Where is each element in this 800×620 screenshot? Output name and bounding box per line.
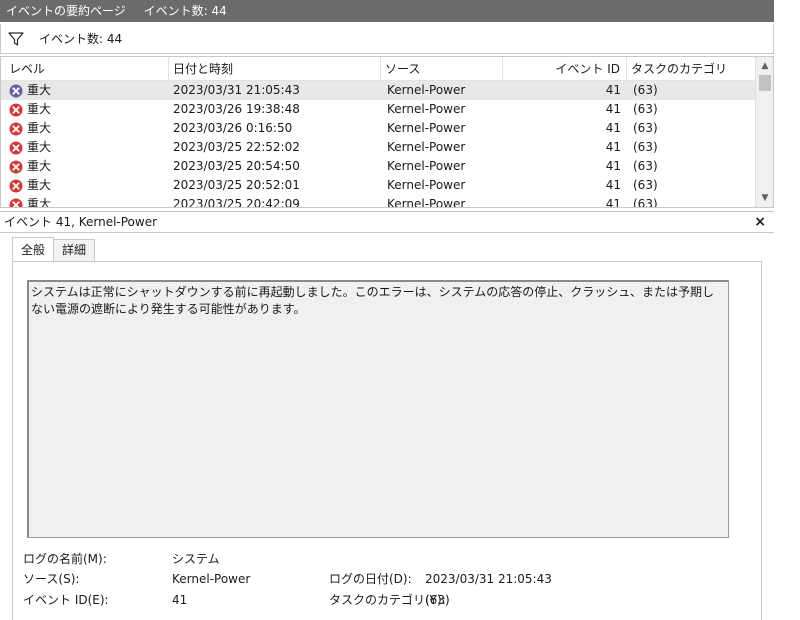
scroll-down-icon[interactable]: ▼ (756, 191, 773, 205)
table-row[interactable]: 重大 2023/03/25 22:52:02 Kernel-Power 41 (63) (1, 138, 755, 157)
event-message[interactable]: システムは正常にシャットダウンする前に再起動しました。このエラーは、システムの応… (27, 280, 729, 538)
close-icon[interactable]: × (754, 212, 766, 232)
level-text: 重大 (27, 83, 52, 97)
column-event-id[interactable]: イベント ID (503, 57, 627, 81)
date-cell: 2023/03/25 20:42:09 (173, 197, 300, 208)
table-row[interactable]: 重大 2023/03/26 19:38:48 Kernel-Power 41 (63) (1, 100, 755, 119)
level-text: 重大 (27, 178, 52, 192)
scroll-thumb[interactable] (759, 75, 771, 91)
error-icon (9, 84, 23, 97)
source-cell: Kernel-Power (387, 140, 466, 154)
event-id-cell: 41 (605, 197, 621, 208)
event-count: イベント数: 44 (39, 32, 123, 46)
task-category-value: (63) (425, 593, 450, 607)
source-label: ソース(S): (23, 572, 80, 586)
error-icon (9, 122, 23, 135)
task-category-cell: (63) (633, 121, 658, 135)
source-cell: Kernel-Power (387, 121, 466, 135)
error-icon (9, 160, 23, 173)
level-cell: 重大 (9, 138, 51, 157)
level-text: 重大 (27, 102, 52, 116)
date-cell: 2023/03/26 19:38:48 (173, 102, 300, 116)
source-cell: Kernel-Power (387, 83, 466, 97)
task-category-cell: (63) (633, 178, 658, 192)
tab-general[interactable]: 全般 (12, 237, 55, 261)
event-id-value: 41 (172, 593, 188, 607)
event-list: レベル 日付と時刻 ソース イベント ID タスクのカテゴリ 重大 2023/03… (0, 56, 774, 208)
task-category-cell: (63) (633, 197, 658, 208)
column-task-category[interactable]: タスクのカテゴリ (627, 57, 755, 81)
event-list-scrollbar[interactable]: ▲ ▼ (755, 57, 773, 207)
date-cell: 2023/03/25 20:54:50 (173, 159, 300, 173)
level-cell: 重大 (9, 100, 51, 119)
source-cell: Kernel-Power (387, 197, 466, 208)
date-cell: 2023/03/31 21:05:43 (173, 83, 300, 97)
summary-count: イベント数: 44 (143, 4, 227, 18)
task-category-cell: (63) (633, 140, 658, 154)
table-row[interactable]: 重大 2023/03/26 0:16:50 Kernel-Power 41 (63) (1, 119, 755, 138)
tab-details[interactable]: 詳細 (53, 239, 96, 261)
column-source[interactable]: ソース (381, 57, 503, 81)
scroll-up-icon[interactable]: ▲ (756, 59, 773, 73)
event-id-cell: 41 (605, 102, 621, 116)
window-titlebar: イベントの要約ページ イベント数: 44 (0, 0, 774, 22)
table-row[interactable]: 重大 2023/03/25 20:54:50 Kernel-Power 41 (63) (1, 157, 755, 176)
level-cell: 重大 (9, 195, 52, 208)
date-cell: 2023/03/25 22:52:02 (173, 140, 300, 154)
error-icon (9, 198, 23, 207)
filter-icon[interactable] (7, 30, 25, 48)
level-cell: 重大 (9, 119, 51, 138)
event-id-cell: 41 (605, 159, 621, 173)
event-id-cell: 41 (605, 83, 621, 97)
task-category-cell: (63) (633, 83, 658, 97)
error-icon (9, 103, 23, 116)
log-name-label: ログの名前(M): (23, 552, 107, 566)
level-text: 重大 (27, 121, 52, 135)
table-row[interactable]: 重大 2023/03/25 20:52:01 Kernel-Power 41 (63) (1, 176, 755, 195)
log-date-label: ログの日付(D): (329, 572, 412, 586)
level-text: 重大 (27, 140, 52, 154)
log-name-value: システム (172, 552, 220, 566)
error-icon (9, 141, 23, 154)
event-rows: 重大 2023/03/31 21:05:43 Kernel-Power 41 (63) 重… (1, 81, 755, 208)
level-cell: 重大 (9, 157, 51, 176)
event-id-cell: 41 (605, 140, 621, 154)
source-cell: Kernel-Power (387, 178, 466, 192)
column-level[interactable]: レベル (5, 57, 169, 81)
summary-title: イベントの要約ページ (6, 4, 126, 18)
level-cell: 重大 (9, 176, 51, 195)
event-id-cell: 41 (605, 178, 621, 192)
source-cell: Kernel-Power (387, 159, 466, 173)
date-cell: 2023/03/26 0:16:50 (173, 121, 293, 135)
column-datetime[interactable]: 日付と時刻 (169, 57, 381, 81)
table-row[interactable]: 重大 2023/03/31 21:05:43 Kernel-Power 41 (63) (1, 81, 755, 100)
detail-tabs: 全般 詳細 (12, 237, 96, 261)
source-cell: Kernel-Power (387, 102, 466, 116)
event-detail-header: イベント 41, Kernel-Power × (0, 211, 774, 233)
task-category-cell: (63) (633, 159, 658, 173)
level-text: 重大 (27, 197, 52, 208)
date-cell: 2023/03/25 20:52:01 (173, 178, 300, 192)
event-id-label: イベント ID(E): (23, 593, 109, 607)
level-cell: 重大 (9, 81, 51, 100)
error-icon (9, 179, 23, 192)
source-value: Kernel-Power (172, 572, 251, 586)
event-id-cell: 41 (605, 121, 621, 135)
general-panel: システムは正常にシャットダウンする前に再起動しました。このエラーは、システムの応… (12, 261, 762, 620)
level-text: 重大 (27, 159, 52, 173)
event-detail-title: イベント 41, Kernel-Power (4, 215, 158, 229)
event-list-header: レベル 日付と時刻 ソース イベント ID タスクのカテゴリ (1, 57, 755, 81)
filter-toolbar: イベント数: 44 (0, 24, 774, 54)
table-row[interactable]: 重大 2023/03/25 20:42:09 Kernel-Power 41 (63) (1, 195, 755, 208)
task-category-cell: (63) (633, 102, 658, 116)
log-date-value: 2023/03/31 21:05:43 (425, 572, 552, 586)
